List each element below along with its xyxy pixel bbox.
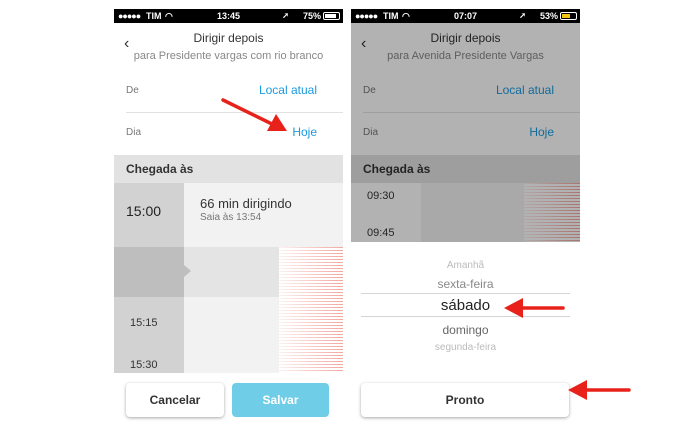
annotation-arrow — [568, 380, 631, 400]
traffic-chart-selected — [279, 247, 343, 297]
battery-percent: 53% — [539, 11, 558, 21]
destination-subtitle: para Presidente vargas com rio branco — [133, 50, 324, 62]
time-slot[interactable]: 15:30 — [130, 359, 158, 371]
annotation-arrow — [504, 298, 565, 318]
drive-duration: 66 min dirigindo — [200, 196, 292, 211]
leave-time: Saia às 13:54 — [200, 212, 262, 223]
done-button[interactable]: Pronto — [361, 383, 569, 417]
annotation-arrow — [221, 98, 287, 131]
picker-option[interactable]: segunda-feira — [351, 342, 580, 353]
page-title: Dirigir depois — [193, 31, 264, 45]
picker-option[interactable]: Amanhã — [351, 260, 580, 271]
time-slot[interactable]: 15:15 — [130, 317, 158, 329]
left-screen: ●●●●● TIM ◠ 13:45 ➚ 75% ‹ Dirigir depois… — [114, 9, 343, 425]
cancel-button[interactable]: Cancelar — [126, 383, 224, 417]
day-value[interactable]: Hoje — [292, 125, 317, 139]
time-timeline[interactable]: 15:00 66 min dirigindo Saia às 13:54 15:… — [114, 183, 343, 373]
right-screen: ●●●●● TIM ◠ 07:07 ➚ 53% ‹ Dirigir depois… — [351, 9, 580, 425]
section-title: Chegada às — [126, 162, 194, 176]
selected-time-cell — [114, 247, 184, 297]
modal-dim-overlay — [351, 23, 580, 242]
save-button[interactable]: Salvar — [232, 383, 329, 417]
battery-icon — [323, 12, 340, 20]
selected-time: 15:00 — [126, 203, 162, 219]
from-label: De — [126, 85, 139, 96]
footer: Pronto — [351, 373, 580, 425]
location-icon: ➚ — [282, 11, 289, 20]
battery-icon — [560, 12, 577, 20]
arrival-section-header: Chegada às — [114, 155, 343, 183]
picker-selection-line — [361, 293, 570, 294]
location-icon: ➚ — [519, 11, 526, 20]
picker-option[interactable]: sexta-feira — [351, 277, 580, 291]
picker-option[interactable]: domingo — [351, 323, 580, 337]
footer: Cancelar Salvar — [114, 373, 343, 425]
status-bar: ●●●●● TIM ◠ 07:07 ➚ 53% — [351, 9, 580, 23]
pointer-triangle — [184, 265, 191, 277]
from-value[interactable]: Local atual — [259, 83, 317, 97]
status-bar: ●●●●● TIM ◠ 13:45 ➚ 75% — [114, 9, 343, 23]
day-label: Dia — [126, 127, 142, 138]
battery-percent: 75% — [302, 11, 321, 21]
header: ‹ Dirigir depois para Presidente vargas … — [114, 23, 343, 71]
